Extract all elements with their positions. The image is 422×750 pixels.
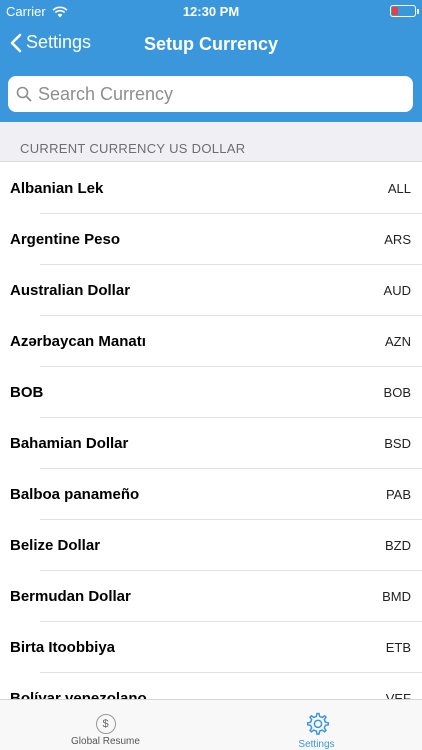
currency-name: Birta Itoobbiya [10,639,116,656]
currency-code: BSD [384,436,411,451]
currency-code: BMD [382,589,411,604]
tab-label: Global Resume [71,736,140,747]
currency-row[interactable]: Bolívar venezolano VEF [0,673,422,700]
currency-row[interactable]: Balboa panameño PAB [0,469,422,520]
back-button[interactable]: Settings [10,32,91,53]
currency-name: BOB [10,384,44,401]
search-bar[interactable] [8,76,413,112]
currency-name: Azərbaycan Manatı [10,333,146,350]
tab-settings[interactable]: Settings [211,700,422,750]
chevron-left-icon [10,33,22,52]
currency-code: AZN [385,334,411,349]
status-bar: Carrier 12:30 PM [0,0,422,22]
tab-global-resume[interactable]: $ Global Resume [0,700,211,750]
currency-name: Belize Dollar [10,537,101,554]
currency-row[interactable]: Birta Itoobbiya ETB [0,622,422,673]
currency-name: Bahamian Dollar [10,435,129,452]
gear-icon [306,712,329,735]
currency-name: Australian Dollar [10,282,131,299]
currency-row[interactable]: Bermudan Dollar BMD [0,571,422,622]
tab-label: Settings [298,739,335,750]
currency-name: Bermudan Dollar [10,588,131,605]
search-input[interactable] [38,83,398,105]
currency-code: AUD [383,283,411,298]
currency-row[interactable]: Albanian Lek ALL [0,163,422,214]
current-currency-label: CURRENT CURRENCY US DOLLAR [20,141,246,156]
currency-list[interactable]: Albanian Lek ALL Argentine Peso ARS Aust… [0,163,422,700]
back-label: Settings [26,32,92,52]
search-icon [16,86,32,102]
tab-bar: $ Global Resume Settings [0,699,422,750]
currency-code: ALL [387,181,411,196]
battery-icon [390,5,419,17]
status-time: 12:30 PM [182,4,240,19]
currency-code: ARS [384,232,411,247]
currency-row[interactable]: Bahamian Dollar BSD [0,418,422,469]
currency-name: Balboa panameño [10,486,140,503]
currency-row[interactable]: Azərbaycan Manatı AZN [0,316,422,367]
battery-level [392,7,398,15]
currency-row[interactable]: BOB BOB [0,367,422,418]
currency-name: Albanian Lek [10,180,104,197]
currency-code: PAB [385,487,411,502]
dollar-circle-icon: $ [95,714,116,734]
currency-code: BOB [383,385,411,400]
currency-code: BZD [385,538,411,553]
currency-row[interactable]: Belize Dollar BZD [0,520,422,571]
currency-row[interactable]: Argentine Peso ARS [0,214,422,265]
nav-header: Settings Setup Currency [0,22,422,66]
currency-row[interactable]: Australian Dollar AUD [0,265,422,316]
section-header: CURRENT CURRENCY US DOLLAR [0,122,422,162]
navigation-bar: Carrier 12:30 PM Settings Setup Currency [0,0,422,122]
currency-name: Argentine Peso [10,231,121,248]
currency-code: ETB [385,640,411,655]
